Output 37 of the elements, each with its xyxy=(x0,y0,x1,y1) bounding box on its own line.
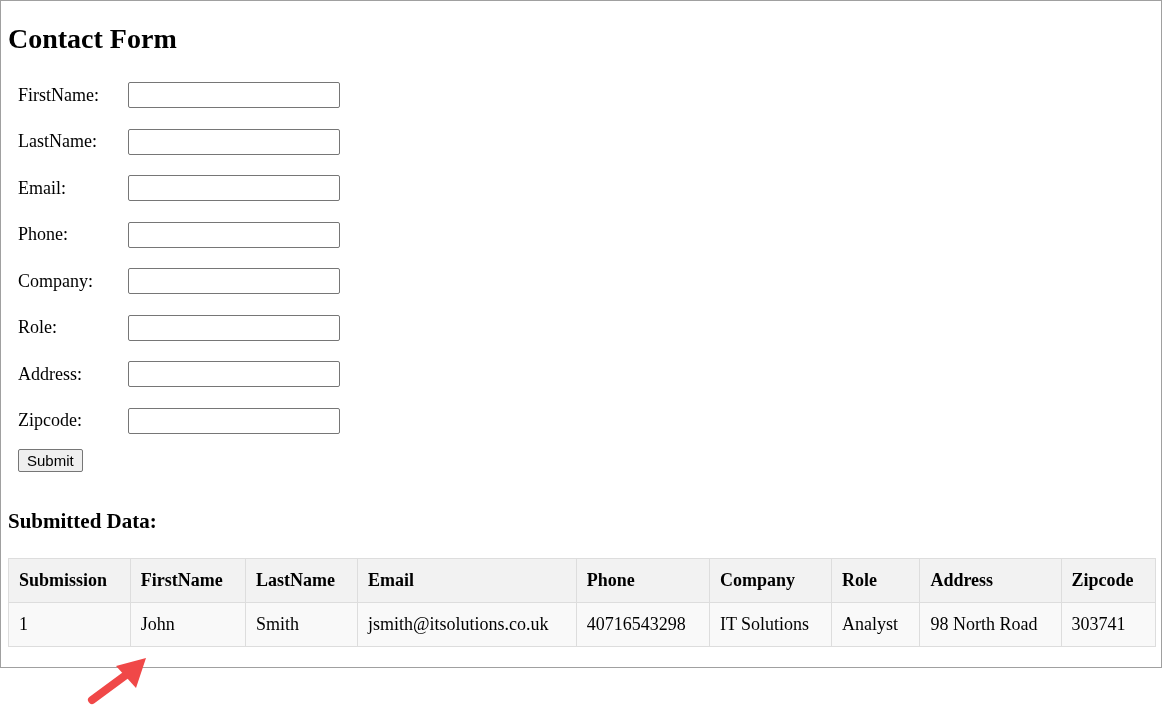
table-cell: John xyxy=(130,602,246,647)
table-cell: jsmith@itsolutions.co.uk xyxy=(357,602,577,647)
column-header: Role xyxy=(831,558,920,603)
table-cell: 40716543298 xyxy=(576,602,710,647)
input-field[interactable] xyxy=(128,314,340,341)
field-label: Zipcode: xyxy=(18,410,83,431)
field-label: Address: xyxy=(18,363,83,385)
field-label: Email: xyxy=(18,177,67,199)
field-label: LastName: xyxy=(18,131,98,152)
section-heading: Submitted Data: xyxy=(8,508,158,534)
input-field[interactable] xyxy=(128,82,340,108)
table-cell: Analyst xyxy=(831,602,920,647)
input-field[interactable] xyxy=(128,221,340,248)
column-header: Company xyxy=(709,558,832,603)
table-cell: 303741 xyxy=(1061,602,1156,647)
table-cell: Smith xyxy=(245,602,358,647)
field-label: Role: xyxy=(18,317,58,338)
column-header: Email xyxy=(357,558,577,603)
field-label: Company: xyxy=(18,270,94,292)
input-field[interactable] xyxy=(128,407,340,434)
column-header: Address xyxy=(919,558,1062,603)
column-header: Submission xyxy=(8,558,131,603)
input-field[interactable] xyxy=(128,128,340,155)
table-cell: 98 North Road xyxy=(919,602,1062,647)
field-label: Phone: xyxy=(18,224,69,245)
form-title: Contact Form xyxy=(8,22,178,56)
table-cell: IT Solutions xyxy=(709,602,832,647)
column-header: Phone xyxy=(576,558,710,603)
column-header: Zipcode xyxy=(1061,558,1156,603)
input-field[interactable] xyxy=(128,268,340,294)
input-field[interactable] xyxy=(128,175,340,201)
field-label: FirstName: xyxy=(18,84,100,106)
table-cell: 1 xyxy=(8,602,131,647)
column-header: LastName xyxy=(245,558,358,603)
input-field[interactable] xyxy=(128,361,340,387)
column-header: FirstName xyxy=(130,558,246,603)
submit-button[interactable]: Submit xyxy=(18,449,83,472)
